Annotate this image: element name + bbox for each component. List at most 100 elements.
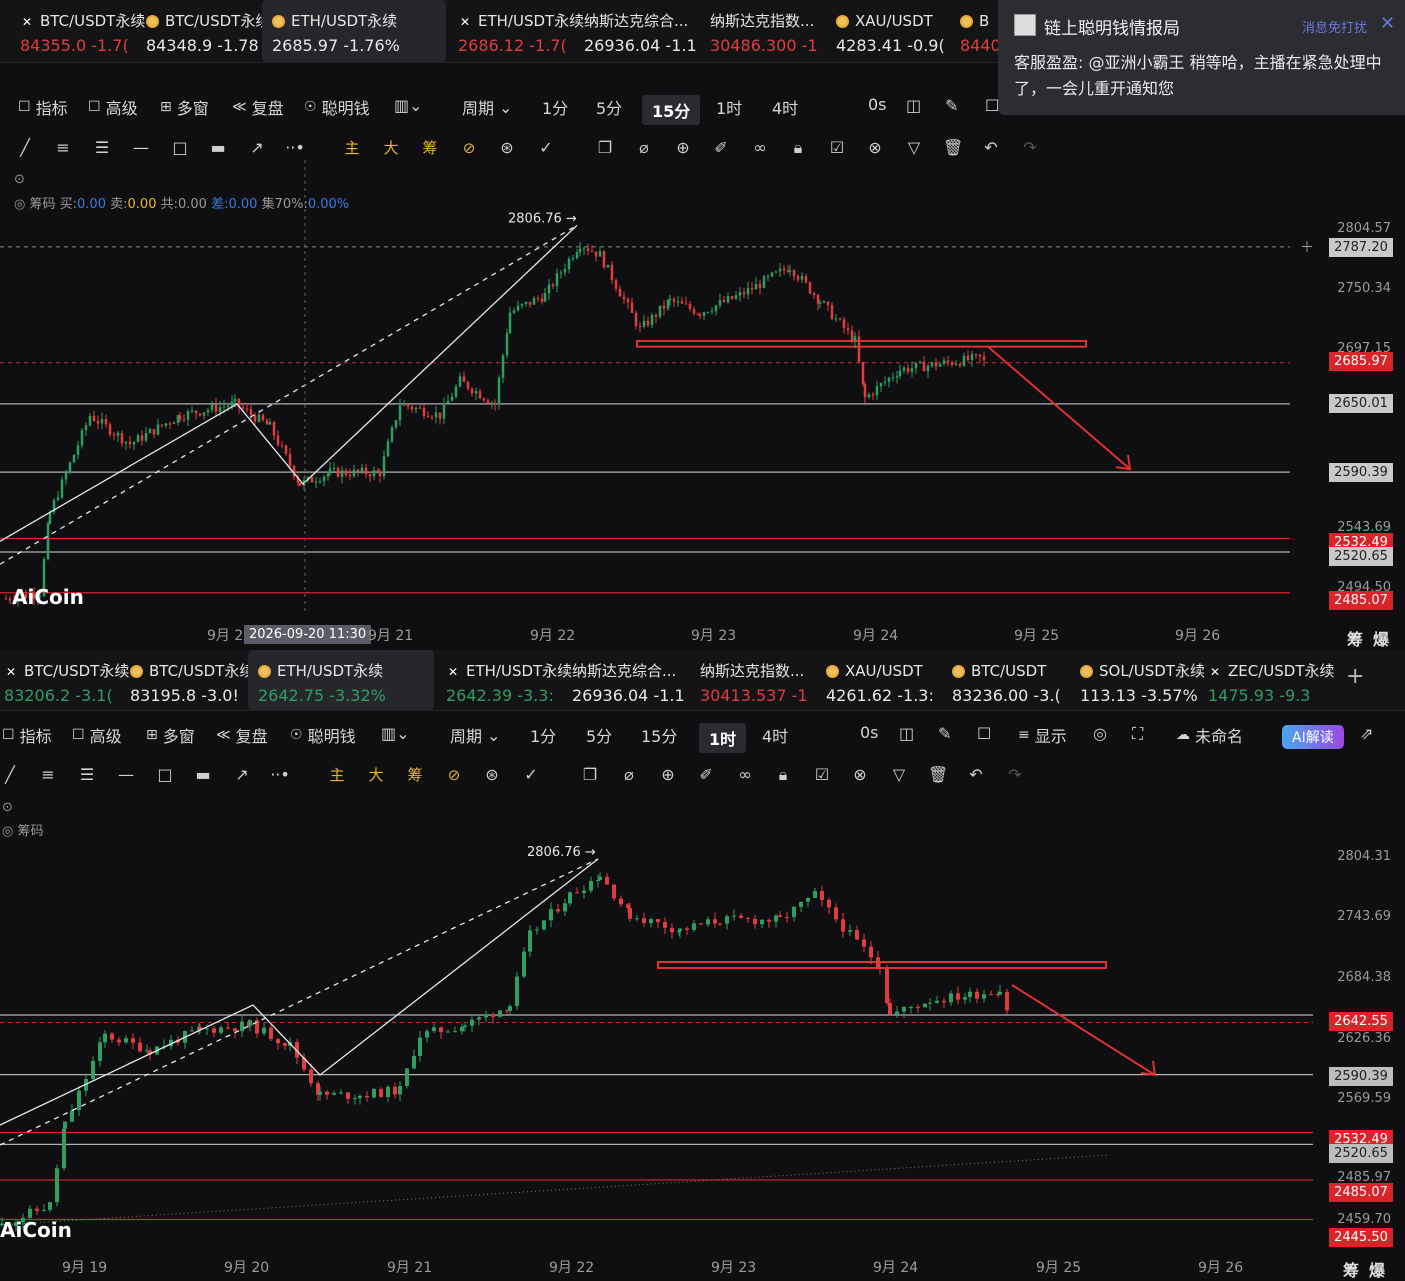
settings-icon[interactable]: ◎	[1093, 724, 1107, 743]
trend-arrow[interactable]	[1011, 984, 1156, 1076]
lock-icon[interactable]: 🔒︎	[773, 765, 793, 785]
menu-item[interactable]: ≪ 复盘	[232, 95, 284, 119]
big-order-button[interactable]: 大	[366, 765, 386, 785]
zoom-icon[interactable]: ⊕	[673, 138, 693, 158]
menu-item[interactable]: ☐ 高级	[72, 723, 122, 747]
ticker-tab[interactable]: BTC/USDT 83236.00 -3.(	[942, 650, 1064, 710]
ticker-tab[interactable]: 纳斯达克综合... 26936.04 -1.1	[562, 650, 685, 710]
ticker-tab[interactable]: XAU/USDT 4261.62 -1.3:	[816, 650, 936, 710]
rectangle-icon[interactable]: □	[170, 138, 190, 158]
ray-tool-icon[interactable]: ··•	[285, 138, 305, 158]
chip-corner-label[interactable]: 筹	[1347, 626, 1363, 650]
ticker-tab[interactable]: ✕ BTC/USDT永续 84355.0 -1.7(	[10, 0, 145, 62]
menu-item[interactable]: ☐ 高级	[88, 95, 138, 119]
camera-icon[interactable]: ◫	[899, 724, 914, 743]
copy-icon[interactable]: ❐	[595, 138, 615, 158]
trend-line[interactable]	[0, 224, 578, 542]
ticker-tab[interactable]: ✕ ZEC/USDT永续 1475.93 -9.3	[1198, 650, 1335, 710]
filter-icon[interactable]: ▽	[904, 138, 924, 158]
ticker-tab[interactable]: ✕ BTC/USDT永续 83206.2 -3.1(	[0, 650, 129, 710]
menu-item[interactable]: 5分	[586, 723, 612, 747]
menu-item[interactable]: 4时	[772, 95, 798, 119]
parallel-tool-icon[interactable]: ≡	[53, 138, 73, 158]
trend-line[interactable]	[0, 224, 578, 565]
line-tool-icon[interactable]: ╱	[0, 765, 20, 785]
ticker-tab[interactable]: 纳斯达克指数... 30486.300 -1	[700, 0, 820, 62]
zoom-icon[interactable]: ⊕	[658, 765, 678, 785]
horizontal-line-icon[interactable]: —	[116, 765, 136, 785]
menu-item[interactable]: 1时	[716, 95, 742, 119]
trend-line[interactable]	[0, 858, 599, 1146]
add-ticker-button[interactable]: +	[1346, 664, 1364, 689]
menu-item[interactable]: ☐ 指标	[18, 95, 68, 119]
trend-line[interactable]	[0, 858, 599, 1126]
check-icon[interactable]: ☑	[812, 765, 832, 785]
line-tool-icon[interactable]: ╱	[15, 138, 35, 158]
ticker-tab[interactable]: BTC/USDT永续 84348.9 -1.78	[136, 0, 270, 62]
ticker-tab[interactable]: SOL/USDT永续 113.13 -3.57%	[1070, 650, 1205, 710]
horizontal-lines-icon[interactable]: ☰	[77, 765, 97, 785]
hide-icon[interactable]: ⊗	[865, 138, 885, 158]
menu-item[interactable]: ⊞ 多窗	[160, 95, 209, 119]
parallel-tool-icon[interactable]: ≡	[38, 765, 58, 785]
menu-item[interactable]: 1分	[542, 95, 568, 119]
compare-icon[interactable]: ⊘	[459, 138, 479, 158]
resistance-zone[interactable]	[636, 339, 1087, 348]
pencil-icon[interactable]: ✎	[945, 96, 958, 115]
redo-icon[interactable]: ↷	[1005, 765, 1025, 785]
ruler-icon[interactable]: ▬	[193, 765, 213, 785]
ticker-tab[interactable]: ✕ ETH/USDT永续 2686.12 -1.7(	[448, 0, 584, 62]
menu-item[interactable]: ☉ 聪明钱	[290, 723, 356, 747]
liquidation-corner-label[interactable]: 爆	[1373, 626, 1389, 650]
ticker-tab[interactable]: ✕ ETH/USDT永续 2642.39 -3.3:	[436, 650, 572, 710]
hide-icon[interactable]: ⊗	[850, 765, 870, 785]
chip-button[interactable]: 筹	[405, 765, 425, 785]
menu-item[interactable]: ☐ 指标	[2, 723, 52, 747]
signal-icon[interactable]: ✓	[521, 765, 541, 785]
chip-corner-label[interactable]: 筹	[1343, 1257, 1359, 1281]
redo-icon[interactable]: ↷	[1020, 138, 1040, 158]
measure-icon[interactable]: ⌀	[634, 138, 654, 158]
notification-popup[interactable]: 链上聪明钱情报局 消息免打扰 ✕ 客服盈盈: @亚洲小霸王 稍等哈，主播在紧急处…	[998, 0, 1405, 115]
ray-tool-icon[interactable]: ··•	[270, 765, 290, 785]
export-icon[interactable]: ⇗	[1360, 724, 1373, 743]
ticker-tab[interactable]: 纳斯达克综合... 26936.04 -1.1	[574, 0, 697, 62]
big-order-button[interactable]: 大	[381, 138, 401, 158]
magnet-icon[interactable]: ∞	[735, 765, 755, 785]
close-icon[interactable]: ✕	[1380, 13, 1395, 34]
menu-item[interactable]: ≡ 显示	[1018, 723, 1067, 747]
menu-item[interactable]: ☉ 聪明钱	[304, 95, 370, 119]
ticker-tab[interactable]: ETH/USDT永续 2685.97 -1.76%	[262, 0, 446, 62]
chip-button[interactable]: 筹	[420, 138, 440, 158]
share-icon[interactable]: ☐	[977, 724, 991, 743]
menu-item[interactable]: 15分	[641, 723, 677, 747]
menu-item[interactable]: 周期 ⌄	[462, 95, 512, 119]
compare-icon[interactable]: ⊘	[444, 765, 464, 785]
menu-item[interactable]: AI解读	[1282, 725, 1344, 749]
ticker-tab[interactable]: 纳斯达克指数... 30413.537 -1	[690, 650, 812, 710]
signal-icon[interactable]: ✓	[536, 138, 556, 158]
main-indicator-button[interactable]: 主	[327, 765, 347, 785]
menu-item[interactable]: 5分	[596, 95, 622, 119]
menu-item[interactable]: 15分	[642, 95, 701, 125]
resistance-zone[interactable]	[657, 961, 1107, 969]
filter-icon[interactable]: ▽	[889, 765, 909, 785]
rectangle-icon[interactable]: □	[155, 765, 175, 785]
undo-icon[interactable]: ↶	[966, 765, 986, 785]
pencil-icon[interactable]: ✎	[938, 724, 951, 743]
lock-icon[interactable]: 🔒︎	[788, 138, 808, 158]
trash-icon[interactable]: 🗑︎	[928, 765, 948, 785]
menu-item[interactable]: 4时	[762, 723, 788, 747]
ticker-tab[interactable]: XAU/USDT 4283.41 -0.9(	[826, 0, 945, 62]
horizontal-line-icon[interactable]: —	[131, 138, 151, 158]
chart-type-icon[interactable]: ▥⌄	[394, 96, 423, 115]
fullscreen-icon[interactable]: ⛶	[1132, 724, 1143, 744]
candlestick-chart[interactable]: 2806.76 →	[0, 795, 1405, 1279]
main-indicator-button[interactable]: 主	[342, 138, 362, 158]
sync-icon[interactable]: ⊛	[482, 765, 502, 785]
sync-icon[interactable]: ⊛	[497, 138, 517, 158]
copy-icon[interactable]: ❐	[580, 765, 600, 785]
menu-item[interactable]: 0s	[860, 723, 879, 742]
plus-icon[interactable]: ＋	[1300, 240, 1314, 256]
measure-icon[interactable]: ⌀	[619, 765, 639, 785]
